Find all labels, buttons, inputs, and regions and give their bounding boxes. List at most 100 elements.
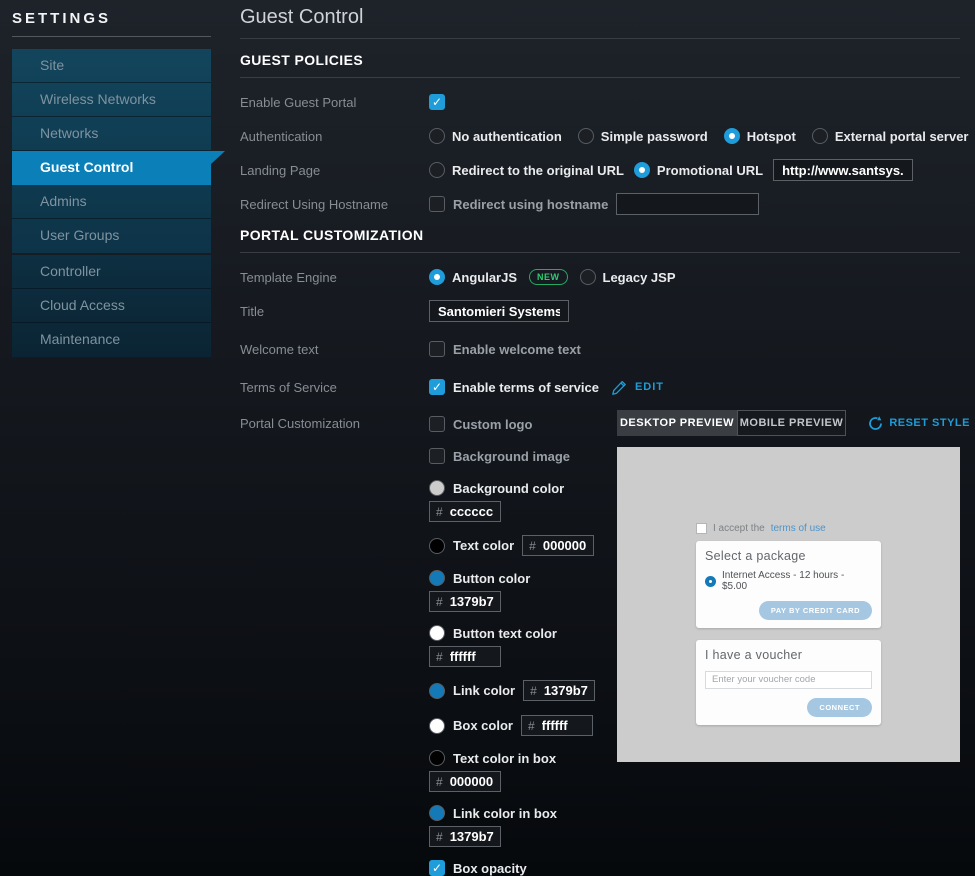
radio-icon[interactable]: [634, 162, 650, 178]
terms-of-use-link[interactable]: terms of use: [771, 523, 826, 534]
custom-logo-row: Custom logo: [429, 416, 619, 432]
tab-mobile-preview[interactable]: MOBILE PREVIEW: [737, 410, 846, 436]
row-terms-of-service: Terms of Service Enable terms of service…: [240, 376, 960, 398]
sidebar-title: SETTINGS: [12, 10, 228, 27]
pay-by-credit-card-button[interactable]: PAY BY CREDIT CARD: [759, 601, 872, 620]
button-text-color-hexbox[interactable]: #: [429, 646, 501, 667]
sidebar-group-site: Site Wireless Networks Networks Guest Co…: [12, 49, 211, 253]
radio-icon[interactable]: [429, 162, 445, 178]
text-color-swatch[interactable]: [429, 538, 445, 554]
box-opacity-checkbox[interactable]: [429, 860, 445, 876]
radio-icon[interactable]: [812, 128, 828, 144]
title-divider: [240, 38, 960, 39]
text-color-input[interactable]: [543, 538, 587, 553]
radio-icon[interactable]: [429, 269, 445, 285]
welcome-text-checkbox[interactable]: [429, 341, 445, 357]
edit-pencil-icon: [611, 379, 628, 396]
sidebar-item-admins[interactable]: Admins: [12, 185, 211, 219]
link-color-hexbox[interactable]: #: [523, 680, 595, 701]
radio-icon[interactable]: [578, 128, 594, 144]
portal-title-input[interactable]: [429, 300, 569, 322]
package-option[interactable]: Internet Access - 12 hours - $5.00: [705, 570, 872, 592]
edit-terms-link[interactable]: EDIT: [611, 379, 664, 396]
enable-guest-portal-checkbox[interactable]: [429, 94, 445, 110]
sidebar-item-guest-control[interactable]: Guest Control: [12, 151, 211, 185]
sidebar-item-wireless-networks[interactable]: Wireless Networks: [12, 83, 211, 117]
link-color-in-box-hexbox[interactable]: #: [429, 826, 501, 847]
text-color-hexbox[interactable]: #: [522, 535, 594, 556]
link-color-in-box-input[interactable]: [450, 829, 494, 844]
reset-style-button[interactable]: RESET STYLE: [868, 416, 970, 431]
unifi-settings-page: SETTINGS Site Wireless Networks Networks…: [0, 0, 975, 876]
customization-stack: Custom logo Background image Background …: [429, 416, 619, 876]
engine-option-legacy-jsp[interactable]: Legacy JSP: [580, 269, 676, 285]
button-color-group: Button color #: [429, 570, 619, 612]
redirect-hostname-checkbox[interactable]: [429, 196, 445, 212]
connect-button[interactable]: CONNECT: [807, 698, 872, 717]
row-enable-guest-portal: Enable Guest Portal: [240, 91, 960, 113]
field-label: Portal Customization: [240, 416, 429, 431]
text-color-in-box-hexbox[interactable]: #: [429, 771, 501, 792]
tab-desktop-preview[interactable]: DESKTOP PREVIEW: [617, 410, 737, 436]
row-landing-page: Landing Page Redirect to the original UR…: [240, 159, 960, 181]
voucher-card-heading: I have a voucher: [705, 648, 872, 662]
landing-option-promotional-url[interactable]: Promotional URL: [634, 162, 763, 178]
sidebar-divider: [12, 36, 211, 37]
sidebar-item-networks[interactable]: Networks: [12, 117, 211, 151]
link-color-row: Link color #: [429, 680, 619, 701]
button-color-swatch[interactable]: [429, 570, 445, 586]
section-heading-portal-customization: PORTAL CUSTOMIZATION: [240, 227, 960, 243]
button-color-input[interactable]: [450, 594, 494, 609]
background-image-checkbox[interactable]: [429, 448, 445, 464]
package-card-heading: Select a package: [705, 549, 872, 563]
auth-option-no-authentication[interactable]: No authentication: [429, 128, 562, 144]
field-label: Template Engine: [240, 270, 429, 285]
button-color-hexbox[interactable]: #: [429, 591, 501, 612]
package-radio-icon[interactable]: [705, 576, 716, 587]
sidebar-item-cloud-access[interactable]: Cloud Access: [12, 289, 211, 323]
landing-option-redirect-original[interactable]: Redirect to the original URL: [429, 162, 624, 178]
text-color-in-box-input[interactable]: [450, 774, 494, 789]
custom-logo-checkbox[interactable]: [429, 416, 445, 432]
terms-of-service-checkbox[interactable]: [429, 379, 445, 395]
text-color-in-box-group: Text color in box #: [429, 750, 619, 792]
background-color-swatch[interactable]: [429, 480, 445, 496]
sidebar-item-user-groups[interactable]: User Groups: [12, 219, 211, 253]
box-color-input[interactable]: [542, 718, 586, 733]
portal-preview-canvas: I accept the terms of use Select a packa…: [617, 447, 960, 762]
auth-option-simple-password[interactable]: Simple password: [578, 128, 708, 144]
field-label: Authentication: [240, 129, 429, 144]
auth-option-hotspot[interactable]: Hotspot: [724, 128, 796, 144]
link-color-swatch[interactable]: [429, 683, 445, 699]
box-color-swatch[interactable]: [429, 718, 445, 734]
background-color-input[interactable]: [450, 504, 494, 519]
auth-option-external-portal-server[interactable]: External portal server: [812, 128, 969, 144]
engine-option-angularjs[interactable]: AngularJS: [429, 269, 517, 285]
link-color-input[interactable]: [544, 683, 588, 698]
radio-icon[interactable]: [724, 128, 740, 144]
guest-policies-rows: Enable Guest Portal Authentication No au…: [240, 91, 960, 215]
link-color-in-box-swatch[interactable]: [429, 805, 445, 821]
sidebar-item-maintenance[interactable]: Maintenance: [12, 323, 211, 357]
sidebar-item-controller[interactable]: Controller: [12, 255, 211, 289]
guest-policies-divider: [240, 77, 960, 78]
promotional-url-input[interactable]: [773, 159, 913, 181]
preview-terms-checkbox[interactable]: [696, 523, 707, 534]
row-authentication: Authentication No authentication Simple …: [240, 125, 960, 147]
radio-icon[interactable]: [580, 269, 596, 285]
page-title: Guest Control: [240, 6, 960, 29]
background-color-hexbox[interactable]: #: [429, 501, 501, 522]
box-color-hexbox[interactable]: #: [521, 715, 593, 736]
button-text-color-input[interactable]: [450, 649, 494, 664]
button-text-color-swatch[interactable]: [429, 625, 445, 641]
field-label: Welcome text: [240, 342, 429, 357]
field-label: Redirect Using Hostname: [240, 197, 429, 212]
background-image-row: Background image: [429, 448, 619, 464]
preview-panel: DESKTOP PREVIEW MOBILE PREVIEW RESET STY…: [617, 410, 970, 762]
row-title: Title: [240, 300, 960, 322]
text-color-in-box-swatch[interactable]: [429, 750, 445, 766]
voucher-code-input[interactable]: [705, 671, 872, 689]
sidebar-item-site[interactable]: Site: [12, 49, 211, 83]
redirect-hostname-input[interactable]: [616, 193, 759, 215]
radio-icon[interactable]: [429, 128, 445, 144]
